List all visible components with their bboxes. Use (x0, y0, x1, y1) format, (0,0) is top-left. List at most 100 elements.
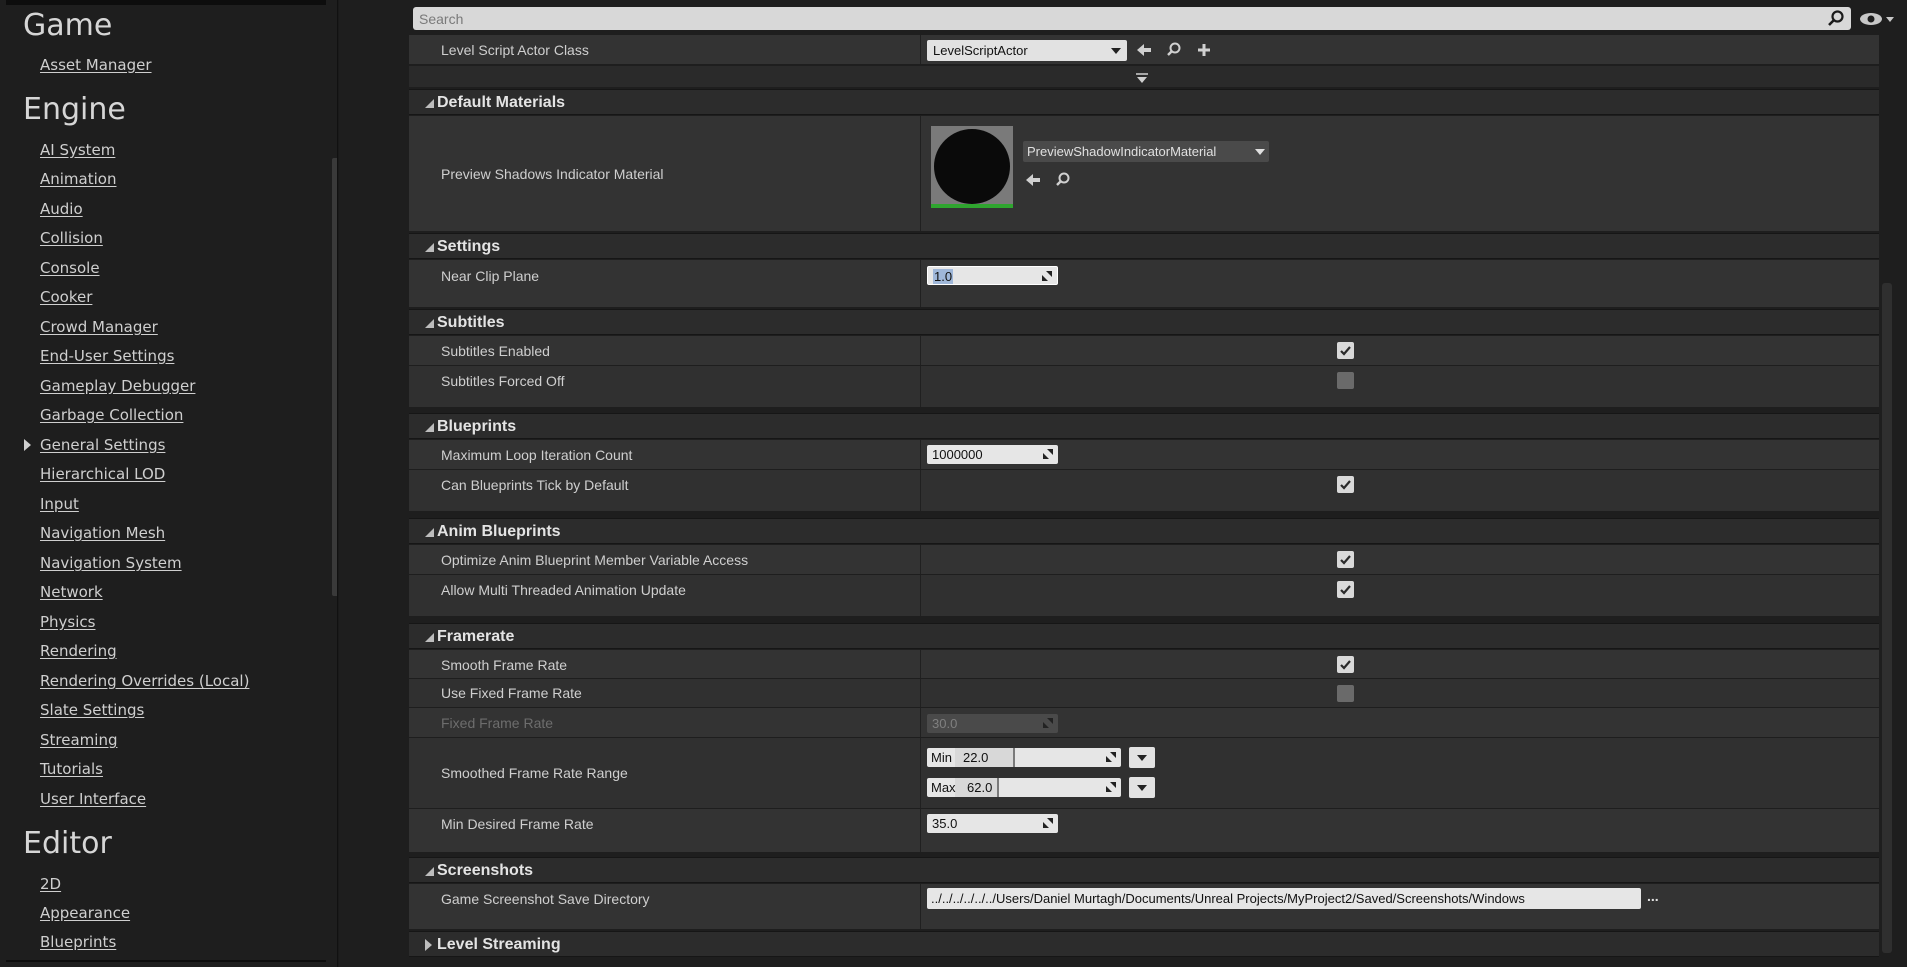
collapse-triangle-icon[interactable] (425, 243, 434, 252)
spin-drag-icon[interactable] (1043, 818, 1053, 828)
optimize-anim-blueprint-checkbox[interactable] (1337, 551, 1354, 568)
sidebar-item-blueprints[interactable]: Blueprints (40, 933, 116, 951)
panel-gap (339, 0, 410, 967)
sidebar-item-physics[interactable]: Physics (40, 613, 95, 631)
add-plus-icon[interactable] (1194, 40, 1214, 60)
column-divider (920, 116, 921, 231)
sidebar-item-navigation-mesh[interactable]: Navigation Mesh (40, 524, 165, 542)
prop-label: Preview Shadows Indicator Material (441, 166, 664, 182)
sidebar-item-hierarchical-lod[interactable]: Hierarchical LOD (40, 465, 165, 483)
view-options-eye-icon[interactable] (1857, 10, 1897, 28)
material-combo[interactable]: PreviewShadowIndicatorMaterial (1023, 141, 1269, 162)
collapse-triangle-icon[interactable] (425, 423, 434, 432)
category-title: Screenshots (437, 862, 534, 879)
spin-drag-icon[interactable] (1106, 752, 1116, 762)
combo-value: PreviewShadowIndicatorMaterial (1027, 144, 1217, 159)
sidebar-scrollbar[interactable] (332, 158, 337, 596)
prop-label: Subtitles Enabled (441, 343, 550, 359)
category-screenshots[interactable]: Screenshots (409, 857, 1879, 883)
sidebar-item-2d[interactable]: 2D (40, 875, 61, 893)
collapse-triangle-icon[interactable] (425, 528, 434, 537)
sidebar-item-animation[interactable]: Animation (40, 170, 116, 188)
sidebar-item-network[interactable]: Network (40, 583, 103, 601)
checkmark-icon (1340, 585, 1351, 595)
sidebar-item-rendering[interactable]: Rendering (40, 642, 117, 660)
material-thumbnail[interactable] (931, 126, 1013, 208)
max-options-dropdown[interactable] (1129, 777, 1155, 798)
section-title-editor: Editor (23, 826, 112, 861)
expand-advanced-icon[interactable] (1135, 72, 1149, 84)
screenshot-dir-field[interactable]: ../../../../../../Users/Daniel Murtagh/D… (927, 888, 1641, 909)
sidebar-item-gameplay-debugger[interactable]: Gameplay Debugger (40, 377, 195, 395)
sidebar-item-asset-manager[interactable]: Asset Manager (40, 56, 152, 74)
prop-label: Subtitles Forced Off (441, 373, 565, 389)
spin-drag-icon[interactable] (1042, 271, 1052, 281)
sidebar-item-end-user-settings[interactable]: End-User Settings (40, 347, 174, 365)
smooth-frame-rate-checkbox[interactable] (1337, 656, 1354, 673)
min-options-dropdown[interactable] (1129, 747, 1155, 768)
sidebar-item-streaming[interactable]: Streaming (40, 731, 117, 749)
spin-drag-icon[interactable] (1043, 449, 1053, 459)
details-scrollbar[interactable] (1882, 283, 1892, 953)
field-value: 1000000 (932, 447, 983, 462)
use-selected-arrow-icon[interactable] (1134, 40, 1154, 60)
category-anim-blueprints[interactable]: Anim Blueprints (409, 518, 1879, 544)
sidebar-item-console[interactable]: Console (40, 259, 100, 277)
near-clip-plane-field[interactable]: 1.0 (927, 266, 1058, 285)
sidebar-item-general-settings[interactable]: General Settings (40, 436, 165, 454)
max-slider-fill (955, 778, 999, 797)
spin-drag-icon[interactable] (1106, 782, 1116, 792)
collapse-triangle-icon[interactable] (425, 867, 434, 876)
field-value: 35.0 (932, 816, 958, 831)
sidebar-item-slate-settings[interactable]: Slate Settings (40, 701, 144, 719)
sidebar-top-divider (6, 0, 326, 5)
browse-directory-button[interactable]: ... (1647, 888, 1659, 904)
smoothed-range-min-field[interactable]: Min 22.0 (927, 748, 1121, 767)
sidebar-item-tutorials[interactable]: Tutorials (40, 760, 103, 778)
prop-label: Min Desired Frame Rate (441, 816, 594, 832)
category-framerate[interactable]: Framerate (409, 623, 1879, 649)
category-title: Framerate (437, 628, 515, 645)
collapse-triangle-icon[interactable] (425, 319, 434, 328)
category-default-materials[interactable]: Default Materials (409, 89, 1879, 115)
category-settings[interactable]: Settings (409, 233, 1879, 259)
subtitles-forced-off-checkbox[interactable] (1337, 372, 1354, 389)
min-desired-frame-rate-field[interactable]: 35.0 (927, 814, 1058, 833)
category-level-streaming[interactable]: Level Streaming (409, 931, 1879, 957)
category-title: Blueprints (437, 418, 517, 435)
row-advanced-expander[interactable] (409, 66, 1879, 88)
combo-value: LevelScriptActor (933, 43, 1028, 58)
sidebar-item-cooker[interactable]: Cooker (40, 288, 92, 306)
subtitles-enabled-checkbox[interactable] (1337, 342, 1354, 359)
sidebar-item-crowd-manager[interactable]: Crowd Manager (40, 318, 158, 336)
max-loop-iteration-field[interactable]: 1000000 (927, 445, 1058, 464)
sidebar-item-user-interface[interactable]: User Interface (40, 790, 146, 808)
max-label: Max (931, 780, 956, 795)
sidebar-item-ai-system[interactable]: AI System (40, 141, 115, 159)
category-subtitles[interactable]: Subtitles (409, 309, 1879, 335)
expand-arrow-icon[interactable] (24, 439, 31, 451)
browse-search-icon[interactable] (1164, 40, 1184, 60)
expand-triangle-icon[interactable] (425, 939, 432, 951)
sidebar-item-audio[interactable]: Audio (40, 200, 83, 218)
sidebar-item-collision[interactable]: Collision (40, 229, 103, 247)
sidebar-item-rendering-overrides[interactable]: Rendering Overrides (Local) (40, 672, 249, 690)
sidebar-item-input[interactable]: Input (40, 495, 79, 513)
sidebar-item-navigation-system[interactable]: Navigation System (40, 554, 182, 572)
blueprints-tick-default-checkbox[interactable] (1337, 476, 1354, 493)
column-divider (920, 809, 921, 852)
collapse-triangle-icon[interactable] (425, 633, 434, 642)
search-input[interactable] (419, 9, 1799, 28)
browse-search-icon[interactable] (1053, 170, 1073, 190)
sidebar-item-appearance[interactable]: Appearance (40, 904, 130, 922)
multi-threaded-anim-checkbox[interactable] (1337, 581, 1354, 598)
search-icon[interactable] (1827, 9, 1845, 27)
collapse-triangle-icon[interactable] (425, 99, 434, 108)
category-blueprints[interactable]: Blueprints (409, 413, 1879, 439)
use-fixed-frame-rate-checkbox[interactable] (1337, 685, 1354, 702)
use-selected-arrow-icon[interactable] (1023, 170, 1043, 190)
row-near-clip-plane: Near Clip Plane 1.0 (409, 260, 1879, 308)
level-script-actor-combo[interactable]: LevelScriptActor (927, 40, 1127, 61)
sidebar-item-garbage-collection[interactable]: Garbage Collection (40, 406, 183, 424)
smoothed-range-max-field[interactable]: Max 62.0 (927, 778, 1121, 797)
